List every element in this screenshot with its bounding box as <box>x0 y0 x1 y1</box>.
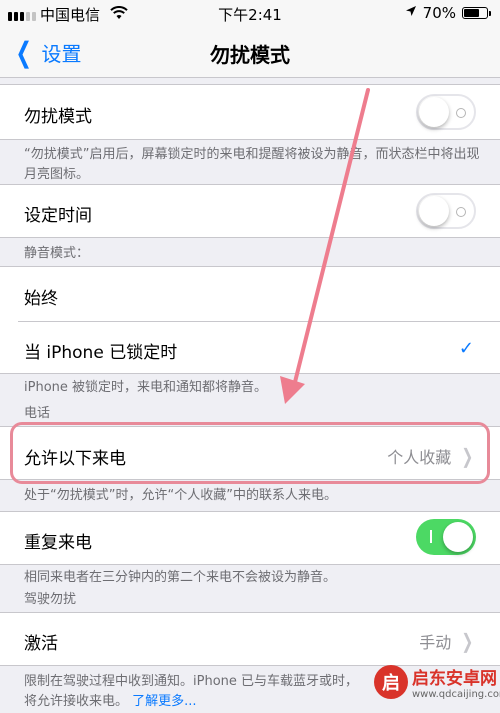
toggle-knob <box>419 97 449 127</box>
repeat-calls-row: 重复来电 <box>0 511 500 565</box>
dnd-label: 勿扰模式 <box>24 107 92 127</box>
status-right: 70% <box>405 4 491 22</box>
schedule-label: 设定时间 <box>24 206 92 226</box>
option-label: 当 iPhone 已锁定时 <box>24 343 178 363</box>
dnd-toggle[interactable] <box>416 94 476 130</box>
dnd-row: 勿扰模式 <box>0 84 500 140</box>
repeat-calls-label: 重复来电 <box>24 533 92 553</box>
watermark-url: www.qdcaijing.com <box>412 689 500 700</box>
status-bar: 中国电信 下午2:41 70% <box>0 0 500 26</box>
toggle-knob <box>419 196 449 226</box>
toggle-off-ring-icon <box>456 207 466 217</box>
battery-fill <box>464 9 480 17</box>
silence-footnote: iPhone 被锁定时，来电和通知都将静音。 <box>24 380 268 395</box>
driving-footnote: 限制在驾驶过程中收到通知。iPhone 已与车载蓝牙或时，将允许接收来电。 了解… <box>24 672 370 712</box>
location-arrow-icon <box>405 5 417 21</box>
dnd-footnote: “勿扰模式”启用后，屏幕锁定时的来电和提醒将被设为静音，而状态栏中将出现月亮图标… <box>24 147 480 182</box>
learn-more-link[interactable]: 了解更多... <box>132 694 196 709</box>
silence-options: 始终 当 iPhone 已锁定时 ✓ <box>0 266 500 374</box>
battery-percent: 70% <box>422 4 456 22</box>
toggle-off-ring-icon <box>456 108 466 118</box>
watermark-name: 启东安卓网 <box>412 669 497 689</box>
toggle-on-bar-icon <box>430 530 432 543</box>
silence-header: 静音模式： <box>24 246 90 261</box>
watermark: 启 启东安卓网 www.qdcaijing.com <box>374 664 500 700</box>
watermark-logo-icon: 启 <box>374 665 408 699</box>
highlight-box <box>10 422 490 484</box>
page-title: 勿扰模式 <box>210 43 290 67</box>
navigation-bar: ❮ 设置 勿扰模式 <box>0 26 500 78</box>
chevron-right-icon: ❯ <box>461 629 474 653</box>
battery-icon <box>462 7 491 19</box>
driving-header: 驾驶勿扰 <box>24 592 77 607</box>
activate-row[interactable]: 激活 手动 ❯ <box>0 612 500 666</box>
activate-detail: 手动 ❯ <box>419 629 476 653</box>
silence-option-locked[interactable]: 当 iPhone 已锁定时 ✓ <box>0 322 500 375</box>
toggle-knob <box>443 522 473 552</box>
silence-option-always[interactable]: 始终 <box>0 267 500 321</box>
option-label: 始终 <box>24 289 58 309</box>
phone-header: 电话 <box>24 406 51 421</box>
repeat-calls-footnote: 相同来电者在三分钟内的第二个来电不会被设为静音。 <box>24 570 337 585</box>
repeat-calls-toggle[interactable] <box>416 519 476 555</box>
schedule-toggle[interactable] <box>416 193 476 229</box>
watermark-text: 启东安卓网 www.qdcaijing.com <box>412 664 500 700</box>
checkmark-icon: ✓ <box>458 338 474 359</box>
schedule-row: 设定时间 <box>0 184 500 238</box>
activate-value: 手动 <box>419 633 452 652</box>
allow-calls-footnote: 处于“勿扰模式”时，允许“个人收藏”中的联系人来电。 <box>24 488 337 503</box>
activate-label: 激活 <box>24 634 58 654</box>
